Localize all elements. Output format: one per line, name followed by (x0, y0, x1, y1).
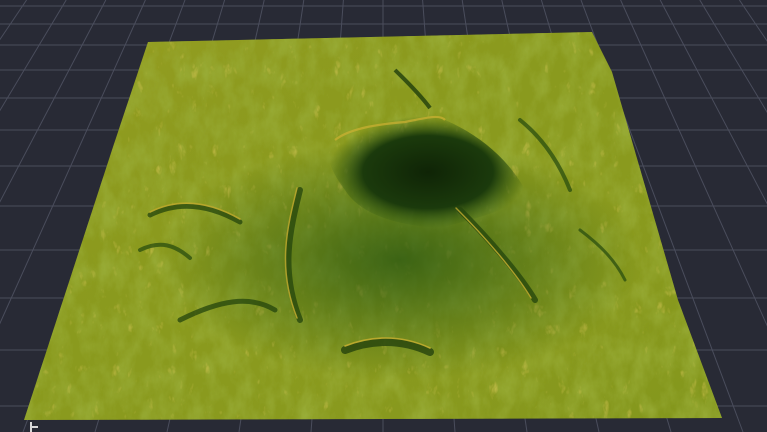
grid-line (0, 0, 28, 41)
axis-gizmo-icon (26, 420, 38, 432)
3d-viewport[interactable] (0, 0, 767, 432)
grid-line (699, 0, 767, 113)
terrain-mesh[interactable] (0, 0, 767, 432)
grid-line (738, 0, 767, 42)
viewport-scene[interactable] (0, 0, 767, 432)
